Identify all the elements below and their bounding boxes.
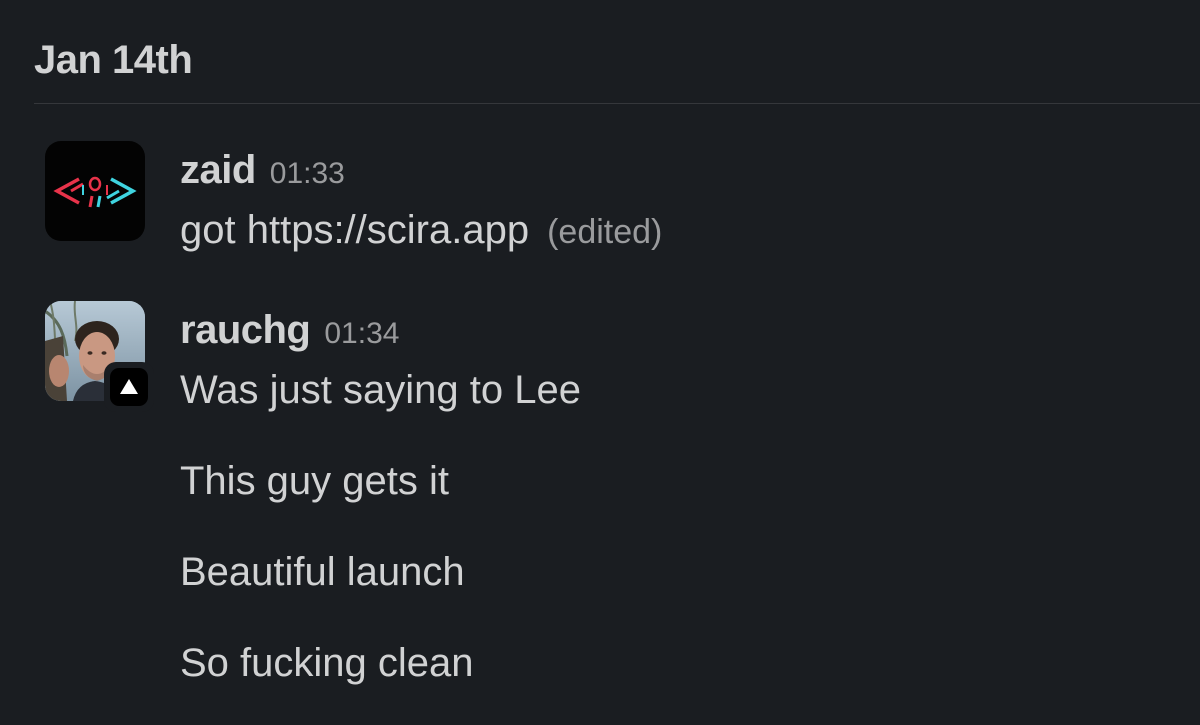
author-name[interactable]: zaid: [180, 148, 256, 193]
message-header: rauchg 01:34: [180, 308, 399, 353]
edited-label: (edited): [547, 213, 663, 251]
vercel-triangle-icon: [120, 379, 138, 394]
message-timestamp[interactable]: 01:34: [324, 317, 399, 351]
message-text: got https://scira.app (edited): [180, 208, 662, 253]
message-body: So fucking clean: [180, 641, 474, 685]
date-divider-label[interactable]: Jan 14th: [34, 38, 193, 83]
message-body: This guy gets it: [180, 459, 450, 503]
message-body: got https://scira.app: [180, 208, 530, 252]
date-divider-line: [34, 103, 1200, 104]
message-body: Beautiful launch: [180, 550, 465, 594]
status-badge: [104, 362, 154, 412]
message-timestamp[interactable]: 01:33: [270, 157, 345, 191]
message-header: zaid 01:33: [180, 148, 345, 193]
scira-logo-icon[interactable]: [45, 141, 145, 241]
author-name[interactable]: rauchg: [180, 308, 311, 353]
message-pane: Jan 14th zaid 01:33 got https://scira.ap…: [0, 0, 1200, 725]
message-body: Was just saying to Lee: [180, 368, 581, 412]
